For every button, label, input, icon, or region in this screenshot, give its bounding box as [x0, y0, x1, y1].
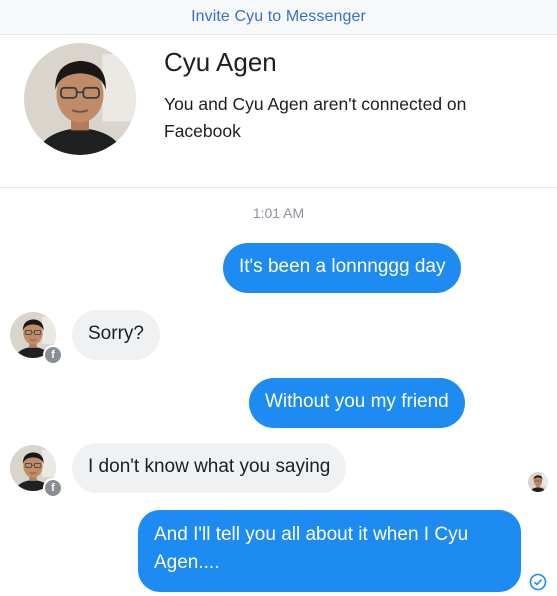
- facebook-badge-icon: f: [43, 345, 63, 365]
- facebook-badge-icon: f: [43, 478, 63, 498]
- seen-avatar-icon: [528, 472, 548, 492]
- connection-status-text: You and Cyu Agen aren't connected on Fac…: [164, 94, 467, 141]
- incoming-message[interactable]: Sorry?: [72, 310, 160, 360]
- invite-to-messenger-link[interactable]: Invite Cyu to Messenger: [191, 8, 366, 26]
- profile-avatar[interactable]: [24, 43, 136, 155]
- invite-bar: Invite Cyu to Messenger: [0, 0, 557, 35]
- sent-check-icon: [529, 573, 547, 591]
- profile-name: Cyu Agen: [164, 47, 277, 77]
- incoming-message[interactable]: I don't know what you saying: [72, 443, 347, 493]
- outgoing-message[interactable]: And I'll tell you all about it when I Cy…: [138, 510, 521, 592]
- outgoing-message[interactable]: It's been a lonnnggg day: [223, 243, 462, 293]
- message-timestamp: 1:01 AM: [252, 205, 305, 221]
- outgoing-message[interactable]: Without you my friend: [249, 378, 465, 428]
- profile-card: Cyu Agen You and Cyu Agen aren't connect…: [0, 35, 557, 185]
- divider: [0, 187, 557, 188]
